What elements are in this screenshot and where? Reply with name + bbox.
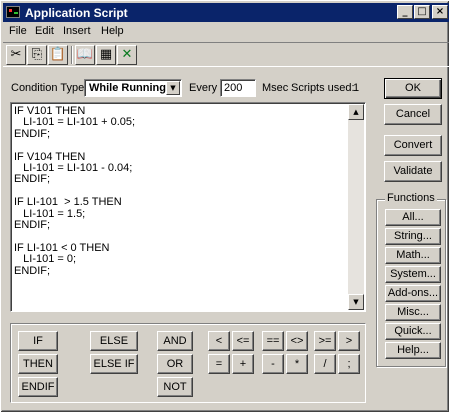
condition-type-label: Condition Type:: [11, 82, 88, 94]
not-equal-button[interactable]: <>: [286, 331, 308, 351]
excel-icon[interactable]: ✕: [117, 45, 137, 65]
menu-bar: File Edit Insert Help: [3, 23, 449, 41]
menu-file[interactable]: File: [9, 25, 27, 37]
menu-insert[interactable]: Insert: [63, 25, 91, 37]
functions-help-button[interactable]: Help...: [385, 342, 441, 359]
scroll-up-icon[interactable]: ▲: [348, 104, 364, 120]
script-text[interactable]: IF V101 THEN LI-101 = LI-101 + 0.05; END…: [14, 106, 348, 306]
else-button[interactable]: ELSE: [90, 331, 138, 351]
script-editor[interactable]: IF V101 THEN LI-101 = LI-101 + 0.05; END…: [10, 102, 366, 312]
equal-equal-button[interactable]: ==: [262, 331, 284, 351]
window-title: Application Script: [25, 6, 128, 20]
functions-misc-button[interactable]: Misc...: [385, 304, 441, 321]
paste-icon[interactable]: 📋: [48, 45, 68, 65]
scripts-used-label: Scripts used:: [291, 82, 355, 94]
else-if-button[interactable]: ELSE IF: [90, 354, 138, 374]
spreadsheet-icon[interactable]: ▦: [96, 45, 116, 65]
greater-than-button[interactable]: >: [338, 331, 360, 351]
every-input[interactable]: 200: [220, 79, 256, 97]
and-button[interactable]: AND: [157, 331, 193, 351]
not-button[interactable]: NOT: [157, 377, 193, 397]
ok-button[interactable]: OK: [384, 78, 442, 99]
functions-legend: Functions: [385, 192, 437, 204]
menu-help[interactable]: Help: [101, 25, 124, 37]
plus-button[interactable]: +: [232, 354, 254, 374]
cut-icon[interactable]: ✂: [6, 45, 26, 65]
minimize-button[interactable]: _: [397, 5, 413, 19]
functions-all-button[interactable]: All...: [385, 209, 441, 226]
if-button[interactable]: IF: [18, 331, 58, 351]
vertical-scrollbar[interactable]: ▲ ▼: [348, 104, 364, 310]
application-script-window: Application Script _ □ × File Edit Inser…: [0, 0, 450, 413]
scripts-used-count: 1: [353, 82, 360, 94]
minus-button[interactable]: -: [262, 354, 284, 374]
copy-icon[interactable]: ⎘: [27, 45, 47, 65]
or-button[interactable]: OR: [157, 354, 193, 374]
multiply-button[interactable]: *: [286, 354, 308, 374]
semicolon-button[interactable]: ;: [338, 354, 360, 374]
less-than-button[interactable]: <: [208, 331, 230, 351]
app-icon: [6, 6, 20, 18]
scroll-down-icon[interactable]: ▼: [348, 294, 364, 310]
assign-button[interactable]: =: [208, 354, 230, 374]
title-bar[interactable]: Application Script _ □ ×: [3, 3, 449, 22]
functions-system-button[interactable]: System...: [385, 266, 441, 283]
functions-quick-button[interactable]: Quick...: [385, 323, 441, 340]
condition-type-value: While Running: [89, 82, 166, 94]
toolbar-separator: [71, 46, 73, 64]
book-icon[interactable]: 📖: [75, 45, 95, 65]
msec-label: Msec: [262, 82, 289, 94]
divide-button[interactable]: /: [314, 354, 336, 374]
endif-button[interactable]: ENDIF: [18, 377, 58, 397]
menu-edit[interactable]: Edit: [35, 25, 54, 37]
condition-type-select[interactable]: While Running ▼: [84, 79, 182, 97]
maximize-button[interactable]: □: [414, 5, 430, 19]
then-button[interactable]: THEN: [18, 354, 58, 374]
functions-addons-button[interactable]: Add-ons...: [385, 285, 441, 302]
every-label: Every: [189, 82, 218, 94]
convert-button[interactable]: Convert: [384, 135, 442, 156]
functions-string-button[interactable]: String...: [385, 228, 441, 245]
close-button[interactable]: ×: [432, 5, 448, 19]
chevron-down-icon[interactable]: ▼: [166, 81, 180, 95]
cancel-button[interactable]: Cancel: [384, 104, 442, 125]
validate-button[interactable]: Validate: [384, 161, 442, 182]
greater-equal-button[interactable]: >=: [314, 331, 336, 351]
toolbar: ✂ ⎘ 📋 📖 ▦ ✕: [3, 42, 449, 67]
functions-math-button[interactable]: Math...: [385, 247, 441, 264]
less-equal-button[interactable]: <=: [232, 331, 254, 351]
